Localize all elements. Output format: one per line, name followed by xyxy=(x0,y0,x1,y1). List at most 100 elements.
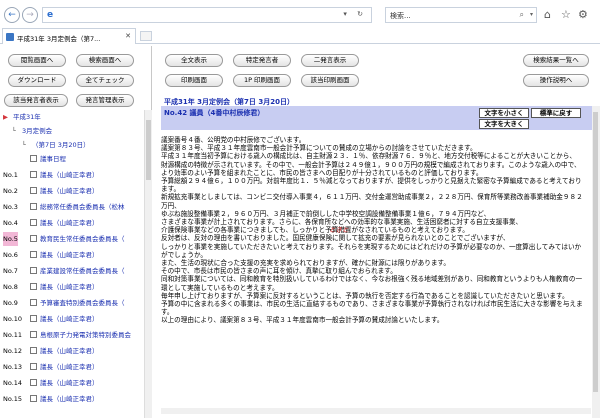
tree-item-checkbox[interactable] xyxy=(30,395,37,402)
tree-item-checkbox[interactable] xyxy=(30,363,37,370)
speaker-button[interactable]: 特定発言者 xyxy=(233,54,291,67)
close-icon[interactable]: ✕ xyxy=(125,32,131,40)
tree-item[interactable]: No.13 議長（山崎正幸君） xyxy=(0,360,144,374)
second-search-button[interactable]: 二発言表示 xyxy=(301,54,359,67)
tree-item[interactable]: No.14 議長（山崎正幸君） xyxy=(0,376,144,390)
tree-item-number: No.3 xyxy=(3,203,18,211)
tree-item[interactable]: No.5 教育民生常任委員会委員長（ xyxy=(0,232,144,246)
speaker-line: No.42 議員（4番中村辰修君） xyxy=(164,109,265,117)
speaker-view-button[interactable]: 該当発言者表示 xyxy=(4,94,68,107)
speech-only-button[interactable]: 発言管理表示 xyxy=(76,94,134,107)
tree-item-label[interactable]: 議事日程 xyxy=(40,152,66,166)
tree-item[interactable]: No.12 議長（山崎正幸君） xyxy=(0,344,144,358)
right-scrollbar[interactable] xyxy=(592,106,600,418)
tree-item-label[interactable]: 総務常任委員会委員長（松林 xyxy=(40,200,125,214)
tree-item-checkbox[interactable] xyxy=(30,219,37,226)
tree-item[interactable]: No.11 島根原子力発電対策特別委員会 xyxy=(0,328,144,342)
tree-item-checkbox[interactable] xyxy=(30,267,37,274)
check-all-button[interactable]: 全てチェック xyxy=(76,74,134,87)
tree-root[interactable]: ▶ 平成31年 xyxy=(0,110,144,124)
address-bar-row: ← → e ▾ ↻ 検索... ⌕ ▾ ⌂ ☆ ⚙ xyxy=(0,4,600,26)
help-button[interactable]: 操作説明へ xyxy=(523,74,589,87)
speech-paragraph: より効率のよい予算を組まれたことに、市民の皆さまへの目配りが十分されているものと… xyxy=(161,168,483,177)
download-button[interactable]: ダウンロード xyxy=(8,74,66,87)
tree-item-label[interactable]: 議長（山崎正幸君） xyxy=(40,184,99,198)
tree-item-label[interactable]: 議長（山崎正幸君） xyxy=(40,392,99,406)
tree-item-checkbox[interactable] xyxy=(30,187,37,194)
speech-paragraph: 新規拡充事業としましては、コンビニ交付導入事業４，６１１万円、交付金運営助成事業… xyxy=(161,193,583,210)
chevron-down-icon[interactable]: ▾ xyxy=(530,11,533,18)
forward-icon[interactable]: → xyxy=(22,7,38,23)
tree-item-number: No.15 xyxy=(3,395,23,403)
font-smaller-button[interactable]: 文字を小さく xyxy=(479,108,529,118)
tree-item[interactable]: No.4 議長（山崎正幸君） xyxy=(0,216,144,230)
tree-item-checkbox[interactable] xyxy=(30,379,37,386)
search-results-button[interactable]: 検索結果一覧へ xyxy=(523,54,589,67)
print-all-button[interactable]: 該当印刷画面 xyxy=(301,74,359,87)
right-scroll-thumb[interactable] xyxy=(593,112,598,392)
address-input[interactable]: e ▾ ↻ xyxy=(42,7,372,23)
index-view-button[interactable]: 閲覧画面へ xyxy=(8,54,66,67)
tree-item[interactable]: No.3 総務常任委員会委員長（松林 xyxy=(0,200,144,214)
page-favicon-icon xyxy=(6,33,14,41)
font-reset-button[interactable]: 標準に戻す xyxy=(531,108,581,118)
tab-current[interactable]: 平成31年 3月定例会（第7... ✕ xyxy=(2,28,136,44)
tree-day[interactable]: └ （第7日 3月20日） xyxy=(0,138,144,152)
home-icon[interactable]: ⌂ xyxy=(544,8,551,21)
search-icon[interactable]: ⌕ xyxy=(520,10,524,20)
tree-item-label[interactable]: 島根原子力発電対策特別委員会 xyxy=(40,328,131,342)
tree-item-checkbox[interactable] xyxy=(30,235,37,242)
tree-item-checkbox[interactable] xyxy=(30,203,37,210)
print-button[interactable]: 印刷画面 xyxy=(165,74,223,87)
full-text-button[interactable]: 全文表示 xyxy=(165,54,223,67)
tree-item[interactable]: 議事日程 xyxy=(0,152,144,166)
tree-item-checkbox[interactable] xyxy=(30,315,37,322)
tree-item-label[interactable]: 議長（山崎正幸君） xyxy=(40,248,99,262)
horizontal-scrollbar[interactable] xyxy=(161,408,591,414)
tree-item-label[interactable]: 議長（山崎正幸君） xyxy=(40,280,99,294)
tree-item-label[interactable]: 議長（山崎正幸君） xyxy=(40,344,99,358)
speech-paragraph: ゆぶね施設整備事業２，９６０万円、３月補正で前倒しした中学校空調設備整備事業１億… xyxy=(161,209,491,218)
tree-item[interactable]: No.2 議長（山崎正幸君） xyxy=(0,184,144,198)
tree-item[interactable]: No.1 議長（山崎正幸君） xyxy=(0,168,144,182)
tree-item[interactable]: No.6 議長（山崎正幸君） xyxy=(0,248,144,262)
print-page-button[interactable]: 1P 印刷画面 xyxy=(233,74,291,87)
tree-item[interactable]: No.15 議長（山崎正幸君） xyxy=(0,392,144,406)
tree-day-label: （第7日 3月20日） xyxy=(32,141,90,149)
tree-item-checkbox[interactable] xyxy=(30,347,37,354)
tree-item[interactable]: No.9 予算審査特別委員会委員長（ xyxy=(0,296,144,310)
tree-item-label[interactable]: 議長（山崎正幸君） xyxy=(40,360,99,374)
tree-item[interactable]: No.7 産業建設常任委員会委員長（ xyxy=(0,264,144,278)
search-input[interactable]: 検索... ⌕ ▾ xyxy=(385,7,537,23)
tree-item-checkbox[interactable] xyxy=(30,299,37,306)
tree-item-checkbox[interactable] xyxy=(30,155,37,162)
tree-item-label[interactable]: 議長（山崎正幸君） xyxy=(40,376,99,390)
tree-item[interactable]: No.10 議長（山崎正幸君） xyxy=(0,312,144,326)
tree-item-checkbox[interactable] xyxy=(30,331,37,338)
tab-bar: 平成31年 3月定例会（第7... ✕ xyxy=(0,28,600,44)
search-view-button[interactable]: 検索画面へ xyxy=(76,54,134,67)
favorites-star-icon[interactable]: ☆ xyxy=(561,8,571,21)
font-larger-button[interactable]: 文字を大きく xyxy=(479,119,529,129)
speech-paragraph: 予算総額２９４億６，１００万円。対前年度比１．５％減となっておりますが、提供をし… xyxy=(161,177,582,194)
left-scrollbar[interactable] xyxy=(144,110,152,418)
gear-icon[interactable]: ⚙ xyxy=(578,8,588,21)
tree-item-label[interactable]: 産業建設常任委員会委員長（ xyxy=(40,264,125,278)
tree-item-checkbox[interactable] xyxy=(30,283,37,290)
tree-item-checkbox[interactable] xyxy=(30,251,37,258)
left-scroll-thumb[interactable] xyxy=(146,120,151,180)
tree-item-label[interactable]: 議長（山崎正幸君） xyxy=(40,168,99,182)
tree-item-number: No.8 xyxy=(3,283,18,291)
tree-session[interactable]: └ 3月定例会 xyxy=(0,124,144,138)
address-tools-icon[interactable]: ▾ ↻ xyxy=(343,10,367,18)
tree-item-label[interactable]: 議長（山崎正幸君） xyxy=(40,216,99,230)
tree-item[interactable]: No.8 議長（山崎正幸君） xyxy=(0,280,144,294)
tree-branch-icon: └ xyxy=(22,141,26,149)
tree-item-label[interactable]: 予算審査特別委員会委員長（ xyxy=(40,296,125,310)
tree-item-checkbox[interactable] xyxy=(30,171,37,178)
tree-item-label[interactable]: 教育民生常任委員会委員長（ xyxy=(40,232,125,246)
new-tab-button[interactable] xyxy=(140,31,152,41)
expand-triangle-icon[interactable]: ▶ xyxy=(3,110,8,124)
back-icon[interactable]: ← xyxy=(4,7,20,23)
tree-item-label[interactable]: 議長（山崎正幸君） xyxy=(40,312,99,326)
